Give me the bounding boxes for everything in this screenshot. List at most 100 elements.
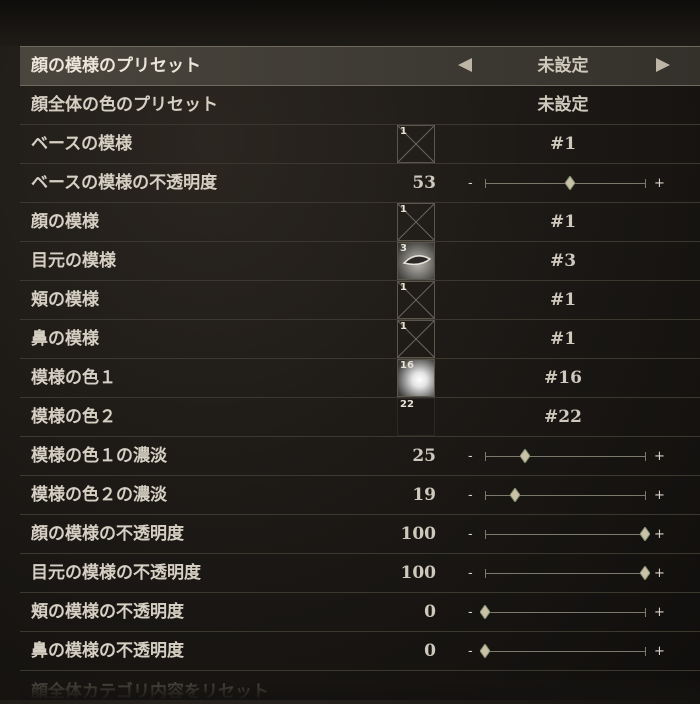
- pattern-thumbnail: 1: [397, 125, 435, 163]
- thumbnail-number: 1: [400, 321, 407, 332]
- row-value: #22: [544, 407, 582, 427]
- slider[interactable]: - +: [468, 593, 668, 632]
- arrow-right-icon[interactable]: [656, 58, 670, 72]
- slider-knob-icon[interactable]: [480, 605, 490, 619]
- row-value: #1: [549, 290, 577, 310]
- increase-icon[interactable]: +: [654, 593, 665, 632]
- eye-pattern-thumbnail: 3: [397, 242, 435, 280]
- row-label: 模様の色１: [31, 368, 116, 388]
- increase-icon[interactable]: +: [654, 164, 665, 203]
- slider-track[interactable]: [485, 495, 645, 496]
- row-label: 頬の模様: [31, 290, 99, 310]
- row-label: 顔の模様のプリセット: [31, 56, 201, 76]
- slider-track[interactable]: [485, 456, 645, 457]
- row-cheek-pattern[interactable]: 頬の模様 1 #1: [20, 281, 700, 320]
- row-eye-pattern-opacity[interactable]: 目元の模様の不透明度 100 - +: [20, 554, 700, 593]
- slider[interactable]: - +: [468, 632, 668, 671]
- slider-tick: [645, 179, 646, 188]
- slider-knob-icon[interactable]: [640, 527, 650, 541]
- slider[interactable]: - +: [468, 437, 668, 476]
- row-nose-pattern[interactable]: 鼻の模様 1 #1: [20, 320, 700, 359]
- slider-knob-icon[interactable]: [564, 176, 575, 190]
- row-pattern-color-1[interactable]: 模様の色１ 16 #16: [20, 359, 700, 398]
- row-value: #1: [549, 134, 577, 154]
- slider-track[interactable]: [485, 573, 645, 574]
- pattern-thumbnail: 1: [397, 320, 435, 358]
- slider[interactable]: - +: [468, 476, 668, 515]
- thumbnail-number: 3: [400, 243, 407, 254]
- row-label: 鼻の模様の不透明度: [31, 641, 184, 661]
- row-label: 模様の色２: [31, 407, 116, 427]
- row-number: 100: [400, 524, 437, 544]
- row-value: 未設定: [537, 95, 589, 115]
- row-label: 模様の色１の濃淡: [31, 446, 167, 466]
- pattern-thumbnail: 1: [397, 203, 435, 241]
- slider-knob-icon[interactable]: [480, 644, 490, 658]
- decrease-icon[interactable]: -: [468, 476, 473, 515]
- slider-knob-icon[interactable]: [640, 566, 650, 580]
- slider-tick: [645, 491, 646, 500]
- row-pattern-color-2[interactable]: 模様の色２ 22 #22: [20, 398, 700, 437]
- pattern-thumbnail: 1: [397, 281, 435, 319]
- row-label: 頬の模様の不透明度: [31, 602, 184, 622]
- row-nose-pattern-opacity[interactable]: 鼻の模様の不透明度 0 - +: [20, 632, 700, 671]
- slider-knob-icon[interactable]: [510, 488, 521, 502]
- row-face-pattern-preset[interactable]: 顔の模様のプリセット 未設定: [20, 46, 700, 86]
- row-color-1-shade[interactable]: 模様の色１の濃淡 25 - +: [20, 437, 700, 476]
- row-base-pattern-opacity[interactable]: ベースの模様の不透明度 53 - +: [20, 164, 700, 203]
- row-value: #1: [549, 329, 577, 349]
- decrease-icon[interactable]: -: [468, 437, 473, 476]
- row-label: 目元の模様: [31, 251, 116, 271]
- face-pattern-settings-panel: 顔の模様のプリセット 未設定 顔全体の色のプリセット 未設定 ベースの模様 1 …: [20, 46, 700, 671]
- row-color-2-shade[interactable]: 模様の色２の濃淡 19 - +: [20, 476, 700, 515]
- increase-icon[interactable]: +: [654, 554, 665, 593]
- top-fade: [0, 0, 700, 46]
- row-base-pattern[interactable]: ベースの模様 1 #1: [20, 125, 700, 164]
- row-value: 未設定: [537, 56, 589, 76]
- row-label: ベースの模様: [31, 134, 133, 154]
- row-number: 0: [424, 602, 436, 622]
- decrease-icon[interactable]: -: [468, 632, 473, 671]
- color-swatch-thumbnail: 16: [397, 359, 435, 397]
- slider[interactable]: - +: [468, 515, 668, 554]
- row-label: 顔全体の色のプリセット: [31, 95, 218, 115]
- decrease-icon[interactable]: -: [468, 515, 473, 554]
- decrease-icon[interactable]: -: [468, 164, 473, 203]
- decrease-icon[interactable]: -: [468, 554, 473, 593]
- row-label: 目元の模様の不透明度: [31, 563, 201, 583]
- slider[interactable]: - +: [468, 164, 668, 203]
- increase-icon[interactable]: +: [654, 515, 665, 554]
- slider-knob-icon[interactable]: [520, 449, 530, 463]
- slider-tick: [645, 452, 646, 461]
- thumbnail-number: 1: [400, 126, 407, 137]
- decrease-icon[interactable]: -: [468, 593, 473, 632]
- increase-icon[interactable]: +: [654, 632, 665, 671]
- row-face-pattern-opacity[interactable]: 顔の模様の不透明度 100 - +: [20, 515, 700, 554]
- thumbnail-number: 1: [400, 204, 407, 215]
- row-label: 鼻の模様: [31, 329, 99, 349]
- row-eye-pattern[interactable]: 目元の模様 3 #3: [20, 242, 700, 281]
- row-value: #16: [544, 368, 582, 388]
- slider-track[interactable]: [485, 612, 645, 613]
- slider-track[interactable]: [485, 534, 645, 535]
- color-swatch-thumbnail: 22: [397, 398, 435, 436]
- slider-track[interactable]: [485, 651, 645, 652]
- slider[interactable]: - +: [468, 554, 668, 593]
- row-value: #3: [549, 251, 577, 271]
- row-label: ベースの模様の不透明度: [31, 173, 218, 193]
- slider-tick: [645, 647, 646, 656]
- row-face-pattern[interactable]: 顔の模様 1 #1: [20, 203, 700, 242]
- row-number: 100: [400, 563, 437, 583]
- bottom-fade: [20, 680, 700, 700]
- increase-icon[interactable]: +: [654, 476, 665, 515]
- row-label: 顔の模様の不透明度: [31, 524, 184, 544]
- row-cheek-pattern-opacity[interactable]: 頬の模様の不透明度 0 - +: [20, 593, 700, 632]
- row-number: 19: [412, 485, 436, 505]
- thumbnail-number: 16: [400, 360, 414, 371]
- thumbnail-number: 1: [400, 282, 407, 293]
- row-number: 0: [424, 641, 436, 661]
- increase-icon[interactable]: +: [654, 437, 665, 476]
- row-number: 53: [412, 173, 436, 193]
- row-label: 模様の色２の濃淡: [31, 485, 167, 505]
- row-face-color-preset[interactable]: 顔全体の色のプリセット 未設定: [20, 86, 700, 125]
